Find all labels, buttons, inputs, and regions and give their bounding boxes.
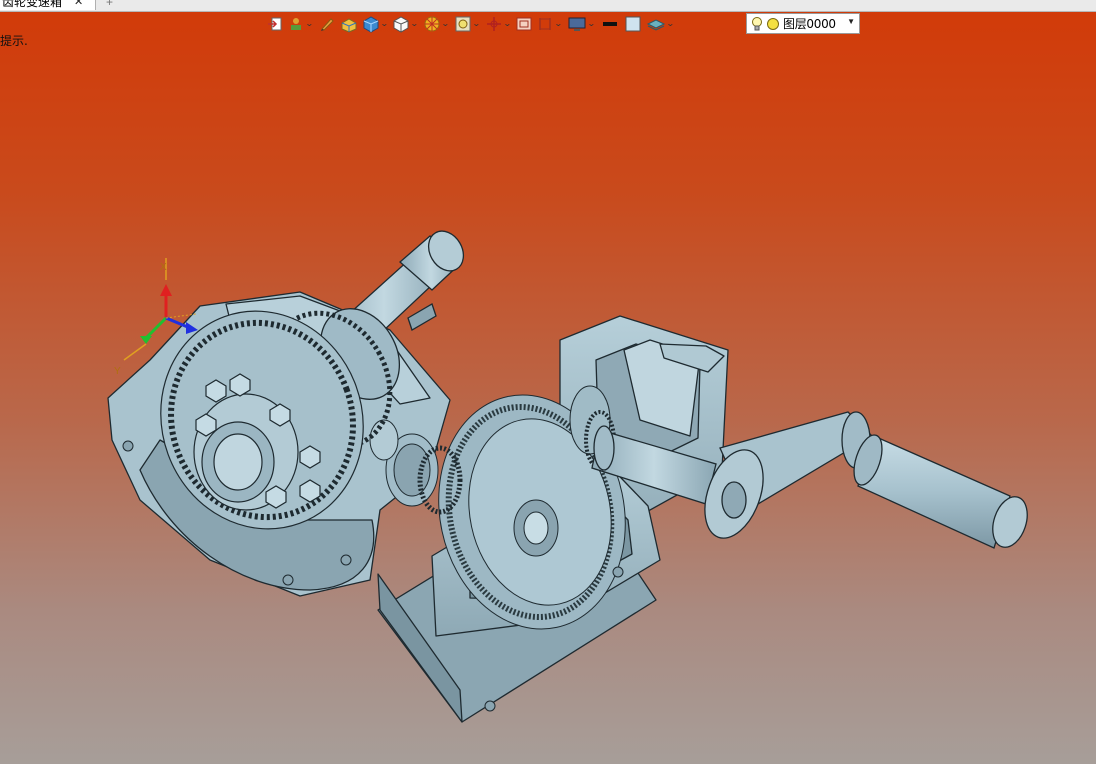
section-icon [539, 18, 551, 30]
sketch-button[interactable]: ⌄ [287, 13, 315, 35]
line-color-button[interactable] [600, 13, 620, 35]
document-tab-title: 齿轮变速箱 [2, 0, 63, 9]
lightbulb-icon[interactable] [751, 16, 763, 32]
chevron-down-icon[interactable]: ⌄ [666, 20, 675, 28]
chevron-down-icon[interactable]: ⌄ [410, 20, 419, 28]
pen-button[interactable] [318, 13, 336, 35]
zoom-fit-icon [455, 16, 471, 32]
monitor-button[interactable]: ⌄ [567, 13, 597, 35]
face-color-icon [625, 16, 641, 32]
white-cube-button[interactable]: ⌄ [392, 13, 420, 35]
yellow-circle-icon[interactable] [766, 17, 780, 31]
pan-crosshair-icon [486, 17, 501, 31]
pan-button[interactable]: ⌄ [485, 13, 513, 35]
document-tab-strip: 齿轮变速箱 ✕ + [0, 0, 1096, 12]
insert-button[interactable] [266, 13, 284, 35]
layer-name: 图层0000 [783, 17, 836, 31]
render-mode-icon [424, 16, 440, 32]
new-tab-button[interactable]: + [106, 0, 113, 9]
insert-icon [268, 17, 282, 31]
section-button[interactable]: ⌄ [536, 13, 564, 35]
sketch-icon [291, 18, 301, 30]
3d-viewport[interactable]: X Y [0, 36, 1096, 764]
view-toolbar: ⌄ ⌄ ⌄ ⌄ ⌄ ⌄ ⌄ ⌄ ⌄ [266, 13, 678, 35]
chevron-down-icon[interactable]: ⌄ [380, 20, 389, 28]
chevron-down-icon[interactable]: ⌄ [472, 20, 481, 28]
chevron-down-icon[interactable]: ⌄ [587, 20, 596, 28]
gearbox-model: X Y [107, 230, 1028, 723]
zoom-fit-button[interactable]: ⌄ [454, 13, 482, 35]
layer-stack-button[interactable]: ⌄ [646, 13, 676, 35]
triad-y-label: Y [114, 366, 121, 377]
triad-z-label: X [160, 262, 167, 273]
solid-box-icon [341, 18, 357, 33]
view-frame-button[interactable] [515, 13, 533, 35]
shaded-cube-icon [363, 16, 379, 33]
crank-handle [853, 434, 1028, 549]
face-color-button[interactable] [623, 13, 643, 35]
render-mode-button[interactable]: ⌄ [423, 13, 451, 35]
pen-icon [320, 18, 334, 31]
dropdown-arrow-icon[interactable]: ▼ [847, 17, 855, 26]
view-frame-icon [516, 17, 532, 31]
close-icon[interactable]: ✕ [74, 0, 83, 10]
line-color-icon [602, 22, 617, 26]
chevron-down-icon[interactable]: ⌄ [441, 20, 450, 28]
shaded-cube-button[interactable]: ⌄ [362, 13, 390, 35]
document-tab[interactable]: 齿轮变速箱 ✕ [0, 0, 96, 10]
chevron-down-icon[interactable]: ⌄ [554, 20, 563, 28]
white-cube-icon [393, 16, 409, 33]
chevron-down-icon[interactable]: ⌄ [503, 20, 512, 28]
solid-box-button[interactable] [339, 13, 359, 35]
layer-stack-icon [646, 19, 665, 31]
monitor-icon [568, 17, 586, 31]
chevron-down-icon[interactable]: ⌄ [305, 20, 314, 28]
layer-select[interactable]: 图层0000 ▼ [746, 13, 860, 34]
